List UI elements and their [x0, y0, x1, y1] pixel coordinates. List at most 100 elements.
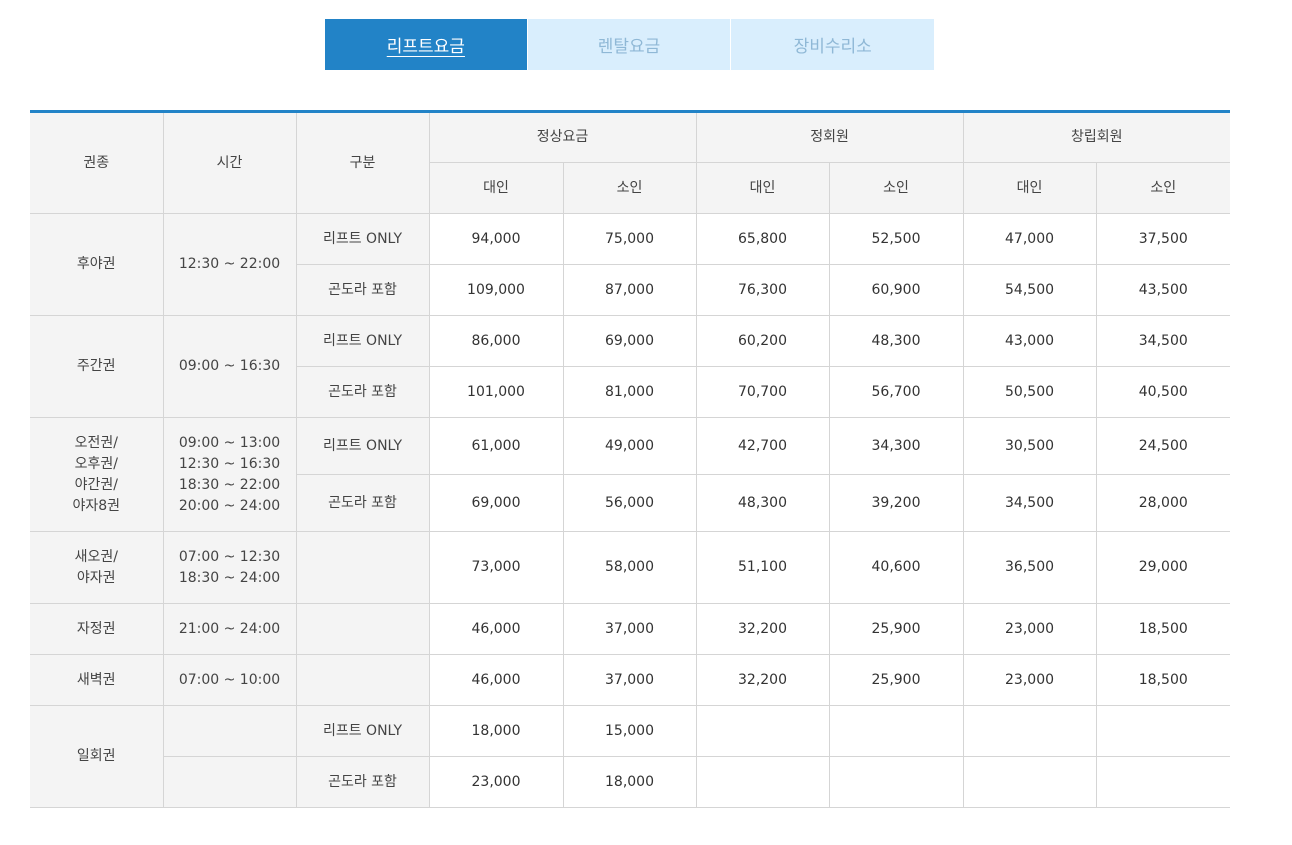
ticket-line: 야자8권	[72, 497, 121, 514]
price-cell: 34,500	[962, 474, 1097, 532]
price-cell	[1095, 756, 1231, 808]
category-cell	[295, 531, 430, 604]
time-cell: 07:00 ~ 12:30 18:30 ~ 24:00	[162, 531, 297, 604]
table-row: 주간권 09:00 ~ 16:30 리프트 ONLY 86,000 69,000…	[30, 315, 1231, 418]
category-cell: 곤도라 포함	[295, 756, 430, 808]
price-cell: 37,500	[1095, 213, 1231, 265]
price-cell: 43,500	[1095, 264, 1231, 316]
price-cell: 109,000	[428, 264, 564, 316]
table-row: 오전권/ 오후권/ 야간권/ 야자8권 09:00 ~ 13:00 12:30 …	[30, 417, 1231, 532]
price-cell: 18,500	[1095, 654, 1231, 706]
category-cell	[295, 603, 430, 655]
price-cell: 37,000	[562, 603, 697, 655]
price-cell: 32,200	[695, 603, 830, 655]
ticket-type-cell: 주간권	[30, 315, 164, 418]
time-cell: 21:00 ~ 24:00	[162, 603, 297, 655]
price-cell: 65,800	[695, 213, 830, 265]
price-cell: 23,000	[962, 654, 1097, 706]
price-cell: 18,000	[428, 705, 564, 757]
time-line: 20:00 ~ 24:00	[178, 497, 281, 514]
price-cell: 40,600	[828, 531, 964, 604]
ticket-line: 야자권	[76, 569, 116, 586]
price-cell: 58,000	[562, 531, 697, 604]
table-row: 새오권/ 야자권 07:00 ~ 12:30 18:30 ~ 24:00 73,…	[30, 531, 1231, 604]
table-row: 곤도라 포함 23,000 18,000	[30, 756, 1231, 808]
category-cell: 리프트 ONLY	[295, 417, 430, 475]
price-cell: 60,200	[695, 315, 830, 367]
price-cell: 81,000	[562, 366, 697, 418]
price-cell	[695, 705, 830, 757]
table-row: 후야권 12:30 ~ 22:00 리프트 ONLY 94,000 75,000…	[30, 213, 1231, 316]
price-cell: 34,300	[828, 417, 964, 475]
header-adult: 대인	[962, 162, 1097, 214]
category-cell: 곤도라 포함	[296, 366, 430, 418]
price-cell: 34,500	[1095, 315, 1231, 367]
header-adult: 대인	[429, 162, 564, 214]
ticket-type-cell: 일회권	[30, 705, 164, 808]
table-row: 일회권 리프트 ONLY 18,000 15,000	[30, 705, 1231, 808]
price-cell	[962, 705, 1097, 757]
time-cell: 09:00 ~ 13:00 12:30 ~ 16:30 18:30 ~ 22:0…	[162, 417, 297, 532]
ticket-line: 새오권/	[74, 548, 118, 565]
price-cell: 60,900	[828, 264, 964, 316]
price-cell: 56,000	[562, 474, 697, 532]
price-cell: 24,500	[1095, 417, 1231, 475]
price-cell: 28,000	[1095, 474, 1231, 532]
price-cell: 25,900	[828, 603, 964, 655]
ticket-type-cell: 자정권	[30, 603, 164, 655]
price-cell	[962, 756, 1097, 808]
header-adult: 대인	[695, 162, 830, 214]
price-cell: 48,300	[695, 474, 830, 532]
price-cell	[828, 756, 964, 808]
price-cell: 70,700	[695, 366, 830, 418]
price-cell: 47,000	[962, 213, 1097, 265]
price-cell: 43,000	[962, 315, 1097, 367]
time-cell	[163, 756, 297, 808]
price-cell: 49,000	[562, 417, 697, 475]
category-cell: 리프트 ONLY	[295, 705, 430, 757]
price-cell: 50,500	[962, 366, 1097, 418]
price-cell: 36,500	[962, 531, 1097, 604]
header-full-member: 정회원	[695, 111, 964, 163]
price-cell: 18,500	[1095, 603, 1231, 655]
ticket-type-cell: 오전권/ 오후권/ 야간권/ 야자8권	[30, 417, 164, 532]
header-regular-price: 정상요금	[428, 111, 697, 163]
category-cell: 곤도라 포함	[296, 474, 430, 532]
tab-bar: 리프트요금 렌탈요금 장비수리소	[325, 19, 935, 70]
tab-rental-fees[interactable]: 렌탈요금	[527, 19, 731, 70]
ticket-type-cell: 후야권	[30, 213, 164, 316]
price-cell: 30,500	[962, 417, 1097, 475]
category-cell: 리프트 ONLY	[295, 213, 430, 265]
tab-equipment-repair[interactable]: 장비수리소	[731, 19, 935, 70]
time-line: 07:00 ~ 12:30	[178, 548, 281, 565]
ticket-line: 오전권/	[74, 434, 118, 451]
price-cell: 73,000	[428, 531, 564, 604]
price-cell: 94,000	[428, 213, 564, 265]
price-cell: 39,200	[828, 474, 964, 532]
price-cell: 56,700	[828, 366, 964, 418]
category-cell: 리프트 ONLY	[295, 315, 430, 367]
time-cell: 12:30 ~ 22:00	[162, 213, 297, 316]
ticket-line: 오후권/	[74, 455, 118, 472]
price-cell	[828, 705, 964, 757]
price-cell: 51,100	[695, 531, 830, 604]
price-cell: 52,500	[828, 213, 964, 265]
price-cell: 18,000	[562, 756, 697, 808]
ticket-type-cell: 새벽권	[30, 654, 164, 706]
price-cell: 101,000	[428, 366, 564, 418]
price-cell: 69,000	[562, 315, 697, 367]
price-cell: 15,000	[562, 705, 697, 757]
category-cell	[295, 654, 430, 706]
price-cell: 29,000	[1095, 531, 1231, 604]
header-child: 소인	[828, 162, 964, 214]
price-cell: 46,000	[428, 654, 564, 706]
time-line: 18:30 ~ 22:00	[178, 476, 281, 493]
tab-lift-fees[interactable]: 리프트요금	[325, 19, 527, 70]
price-cell: 86,000	[428, 315, 564, 367]
price-cell: 69,000	[428, 474, 564, 532]
header-time: 시간	[162, 111, 297, 214]
time-cell	[162, 705, 297, 757]
header-child: 소인	[562, 162, 697, 214]
header-child: 소인	[1095, 162, 1231, 214]
price-cell: 40,500	[1095, 366, 1231, 418]
